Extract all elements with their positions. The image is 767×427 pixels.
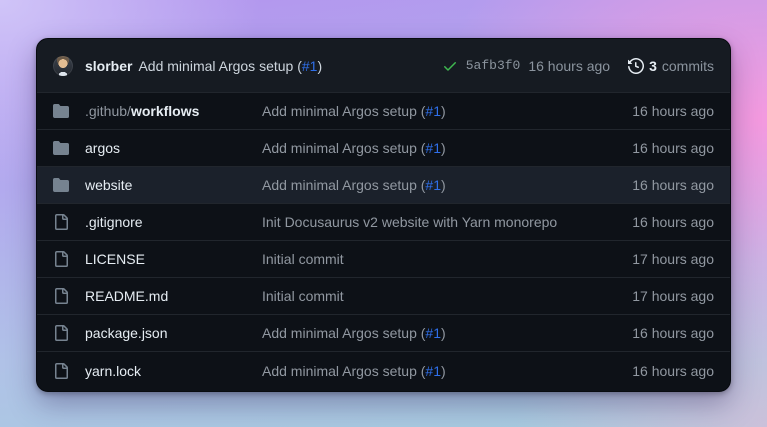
commit-message-suffix: ) <box>317 58 322 74</box>
pull-request-link[interactable]: #1 <box>425 103 441 119</box>
row-commit-message[interactable]: Init Docusaurus v2 website with Yarn mon… <box>262 214 604 230</box>
row-commit-message[interactable]: Initial commit <box>262 251 604 267</box>
avatar[interactable] <box>53 56 73 76</box>
folder-icon <box>53 177 69 193</box>
row-commit-time: 16 hours ago <box>604 177 714 193</box>
file-name-link[interactable]: argos <box>85 140 262 156</box>
pull-request-link[interactable]: #1 <box>425 325 441 341</box>
latest-commit-header: slorber Add minimal Argos setup (#1) 5af… <box>37 39 730 93</box>
commit-history-link[interactable]: 3 commits <box>628 58 714 74</box>
file-name-link[interactable]: .gitignore <box>85 214 262 230</box>
commit-message-text: Add minimal Argos setup ( <box>138 58 301 74</box>
commit-message[interactable]: Add minimal Argos setup (#1) <box>138 58 322 74</box>
pull-request-link[interactable]: #1 <box>425 140 441 156</box>
folder-icon <box>53 140 69 156</box>
row-commit-message[interactable]: Add minimal Argos setup (#1) <box>262 363 604 379</box>
table-row[interactable]: yarn.lock Add minimal Argos setup (#1) 1… <box>37 352 730 389</box>
file-name: yarn.lock <box>85 363 141 379</box>
row-commit-time: 16 hours ago <box>604 363 714 379</box>
commit-author-link[interactable]: slorber <box>85 58 132 74</box>
row-commit-time: 17 hours ago <box>604 288 714 304</box>
checks-success-icon[interactable] <box>442 58 458 74</box>
pull-request-link[interactable]: #1 <box>425 177 441 193</box>
file-name: README.md <box>85 288 168 304</box>
file-icon <box>53 251 69 267</box>
file-icon <box>53 214 69 230</box>
history-icon <box>628 58 644 74</box>
commits-label: commits <box>662 58 714 74</box>
file-name: LICENSE <box>85 251 145 267</box>
file-icon <box>53 325 69 341</box>
file-name-link[interactable]: .github/workflows <box>85 103 262 119</box>
table-row[interactable]: README.md Initial commit 17 hours ago <box>37 278 730 315</box>
file-name-link[interactable]: package.json <box>85 325 262 341</box>
row-commit-time: 16 hours ago <box>604 214 714 230</box>
row-commit-message[interactable]: Add minimal Argos setup (#1) <box>262 103 604 119</box>
file-list: .github/workflows Add minimal Argos setu… <box>37 93 730 389</box>
commit-sha-link[interactable]: 5afb3f0 <box>466 58 521 73</box>
file-name: package.json <box>85 325 168 341</box>
file-name: website <box>85 177 132 193</box>
file-name-link[interactable]: LICENSE <box>85 251 262 267</box>
table-row[interactable]: website Add minimal Argos setup (#1) 16 … <box>37 167 730 204</box>
row-commit-message[interactable]: Add minimal Argos setup (#1) <box>262 140 604 156</box>
file-name-link[interactable]: README.md <box>85 288 262 304</box>
file-path-prefix: .github/ <box>85 103 131 119</box>
commit-meta: 5afb3f0 16 hours ago 3 commits <box>442 58 714 74</box>
table-row[interactable]: .gitignore Init Docusaurus v2 website wi… <box>37 204 730 241</box>
file-name-link[interactable]: website <box>85 177 262 193</box>
folder-icon <box>53 103 69 119</box>
row-commit-time: 17 hours ago <box>604 251 714 267</box>
row-commit-time: 16 hours ago <box>604 325 714 341</box>
commit-time: 16 hours ago <box>528 58 610 74</box>
row-commit-message[interactable]: Add minimal Argos setup (#1) <box>262 177 604 193</box>
row-commit-time: 16 hours ago <box>604 140 714 156</box>
file-icon <box>53 363 69 379</box>
file-browser-card: slorber Add minimal Argos setup (#1) 5af… <box>36 38 731 392</box>
table-row[interactable]: package.json Add minimal Argos setup (#1… <box>37 315 730 352</box>
commits-count: 3 <box>649 58 657 74</box>
table-row[interactable]: .github/workflows Add minimal Argos setu… <box>37 93 730 130</box>
pull-request-link[interactable]: #1 <box>302 58 318 74</box>
file-icon <box>53 288 69 304</box>
table-row[interactable]: argos Add minimal Argos setup (#1) 16 ho… <box>37 130 730 167</box>
file-name-link[interactable]: yarn.lock <box>85 363 262 379</box>
row-commit-message[interactable]: Initial commit <box>262 288 604 304</box>
table-row[interactable]: LICENSE Initial commit 17 hours ago <box>37 241 730 278</box>
row-commit-time: 16 hours ago <box>604 103 714 119</box>
file-name: argos <box>85 140 120 156</box>
file-name: .gitignore <box>85 214 143 230</box>
file-name: workflows <box>131 103 199 119</box>
row-commit-message[interactable]: Add minimal Argos setup (#1) <box>262 325 604 341</box>
pull-request-link[interactable]: #1 <box>425 363 441 379</box>
